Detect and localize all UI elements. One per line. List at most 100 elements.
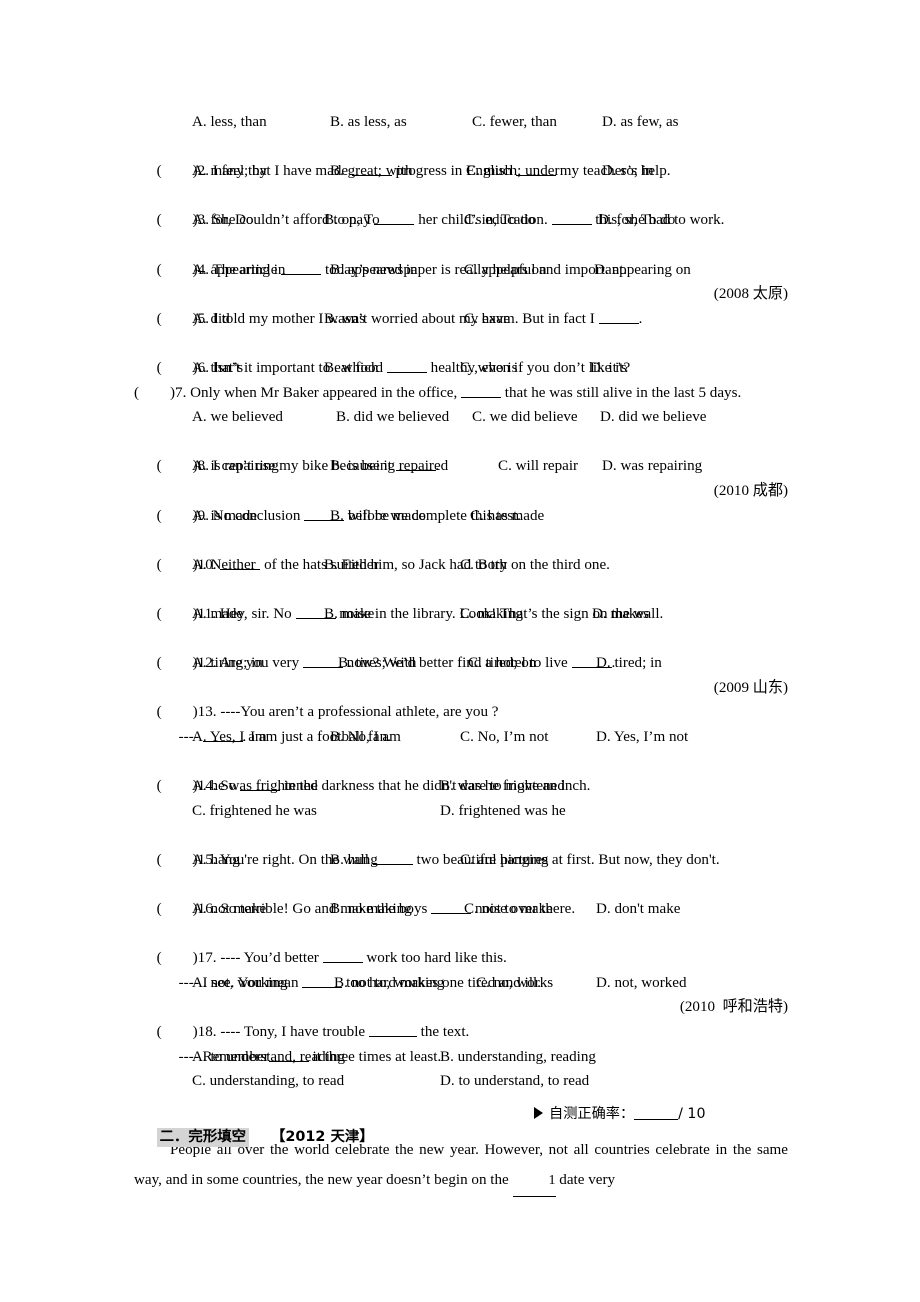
question-9: ()9. No conclusion before we complete th…	[134, 479, 788, 524]
option-c: C. we did believe	[472, 409, 578, 426]
question-8-options-row: A. is repairing B. is being repaired C. …	[134, 454, 788, 479]
option-c: C. have	[464, 310, 511, 327]
option-c: C. Both	[460, 556, 507, 573]
question-4-options-row: A. appearing in B. appeared in C. appear…	[134, 258, 788, 283]
option-c: C. tired; on	[468, 655, 537, 672]
option-d: D. was repairing	[602, 458, 703, 475]
question-15-options-row: A. hang B. hung C. are hanging	[134, 848, 788, 873]
question-11: ()11. Hey, sir. No noise in the library.…	[134, 577, 788, 622]
option-c: C. much; under	[466, 163, 560, 180]
question-14: ()14. So in the darkness that he didn't …	[134, 749, 788, 794]
option-d: D. appearing on	[594, 261, 691, 278]
option-b: B. which	[324, 359, 379, 376]
fill-blank[interactable]	[461, 383, 502, 398]
exam-source-year: (2010 成都)	[713, 482, 788, 499]
option-b: B. not to, working	[334, 974, 445, 991]
question-6: ()6. Isn’t it important to eat food heal…	[134, 331, 788, 376]
question-17-reply: ---- I see. You mean too hard makes one …	[178, 974, 541, 991]
question-13-options-row: A. Yes, I am B. No, I am C. No, I’m not …	[134, 725, 788, 750]
option-b: B. great; with	[330, 163, 413, 180]
option-c: C. appears on	[464, 261, 547, 278]
option-d: D. don't make	[596, 901, 681, 917]
option-b: B. did we believed	[336, 409, 450, 426]
question-17: ()17. ---- You’d better work too hard li…	[134, 922, 788, 966]
question-15: ()15. You're right. On the wall two beau…	[134, 823, 788, 868]
question-18: ()18. ---- Tony, I have trouble the text…	[134, 995, 788, 1040]
option-a: A. hang	[192, 851, 240, 868]
answer-bracket[interactable]: (	[134, 381, 170, 406]
question-3-options-row: A. for, Do B. on, To C. in, To do D. for…	[134, 208, 788, 233]
question-5: ()5. I told my mother I wasn’t worried a…	[134, 282, 788, 327]
option-c: C. are hanging	[460, 851, 549, 868]
self-test-blank[interactable]	[634, 1107, 679, 1120]
section-title-highlight: 二．完形填空	[156, 1128, 249, 1148]
document-page: A. less, than B. as less, as C. fewer, t…	[0, 0, 920, 1302]
option-a: A. for, Do	[192, 212, 254, 229]
option-b: B. was he frightened	[440, 778, 565, 795]
document-content: A. less, than B. as less, as C. fewer, t…	[134, 110, 788, 1197]
question-14-options-row-2: C. frightened he was D. frightened was h…	[134, 799, 788, 824]
cloze-section-heading: 二．完形填空 【2012 天津】 自测正确率： / 10	[134, 1101, 788, 1148]
option-a: A. Yes, I am	[192, 728, 267, 745]
option-d: D. did we believe	[600, 409, 707, 426]
question-4: ()4. The article today’s newspaper is re…	[134, 233, 788, 278]
question-7: ()7. Only when Mr Baker appeared in the …	[134, 381, 788, 406]
question-6-options-row: A. that’s B. which C. who is D. it’s	[134, 356, 788, 381]
question-12-options-row: A. tiring; in B. tires; with C. tired; o…	[134, 651, 788, 676]
option-c: C. has made	[470, 507, 545, 524]
option-c: C. not to make	[464, 901, 553, 917]
option-d: D. frightened was he	[440, 802, 566, 819]
exam-source-year: (2010 呼和浩特)	[679, 999, 788, 1016]
option-a: A. to understand, reading	[192, 1048, 345, 1065]
exam-source-year: (2008 太原)	[713, 286, 788, 303]
option-c: C. in, To do	[464, 212, 536, 229]
question-13-reply: ---- . I am just a football fan.	[178, 728, 391, 745]
option-d: D. not, worked	[596, 974, 687, 991]
option-a: A. we believed	[192, 409, 283, 426]
option-a: A. Neither	[192, 556, 256, 573]
question-18-options-row-2: C. understanding, to read D. to understa…	[134, 1069, 788, 1094]
option-a: A. not make	[192, 901, 267, 917]
option-d: D. tired; in	[596, 655, 662, 672]
question-12: ()12. Are you very now? We’d better find…	[134, 626, 788, 671]
question-16: ()16. So terrible! Go and make the boys …	[134, 872, 788, 917]
question-18-options-row-1: A. to understand, reading B. understandi…	[134, 1045, 788, 1070]
question-2: ()2. I feel that I have made progress in…	[134, 135, 788, 179]
question-9-options-row: A. is made B. will be made C. has made	[134, 504, 788, 529]
option-b: B. make	[324, 605, 375, 622]
option-b: B. on, To	[324, 212, 380, 229]
question-5-options-row: A. did B. was C. have	[134, 307, 788, 332]
option-a: A. made	[192, 605, 244, 622]
option-c: C. will repair	[498, 458, 579, 475]
option-b: B. tires; with	[338, 655, 417, 672]
question-10: ()10. of the hats suited him, so Jack ha…	[134, 528, 788, 573]
option-b: B. is being repaired	[330, 458, 449, 475]
option-b: B. no making	[330, 901, 412, 917]
exam-source-year: (2009 山东)	[713, 679, 788, 696]
option-b: B. will be made	[330, 507, 426, 524]
option-d: D. as few, as	[602, 114, 679, 130]
option-a: A. not, working	[192, 974, 288, 991]
question-11-options-row: A. made B. make C. making D. makes	[134, 602, 788, 627]
passage-text-part2: date very	[555, 1171, 616, 1188]
option-a: A. is made	[192, 507, 257, 524]
option-b: B. understanding, reading	[440, 1048, 596, 1065]
question-17-options-row: A. not, working B. not to, working C. no…	[134, 971, 788, 996]
question-16-options-row: A. not make B. no making C. not to make …	[134, 897, 788, 922]
option-d: D. Yes, I’m not	[596, 728, 689, 745]
question-13: ()13. ----You aren’t a professional athl…	[134, 676, 788, 721]
question-8: ()8. I can’t use my bike because it .	[134, 430, 788, 474]
option-d: D. makes	[592, 605, 650, 622]
option-b: B. as less, as	[330, 114, 407, 130]
option-d: D. to understand, to read	[440, 1073, 590, 1090]
question-18-reply: ---- Remember it three times at least.	[178, 1048, 442, 1065]
option-a: A. tiring; in	[192, 655, 263, 672]
cloze-blank-1[interactable]: 1	[512, 1166, 556, 1197]
option-c: C. frightened he was	[192, 802, 317, 819]
option-a: A. that’s	[192, 359, 244, 376]
option-c: C. making	[460, 605, 523, 622]
question-3: ()3. She couldn’t afford to pay her chil…	[134, 184, 788, 228]
option-c: C. understanding, to read	[192, 1073, 345, 1090]
option-a: A. less, than	[192, 114, 267, 130]
question-2-options-row: A. many; by B. great; with C. much; unde…	[134, 159, 788, 184]
